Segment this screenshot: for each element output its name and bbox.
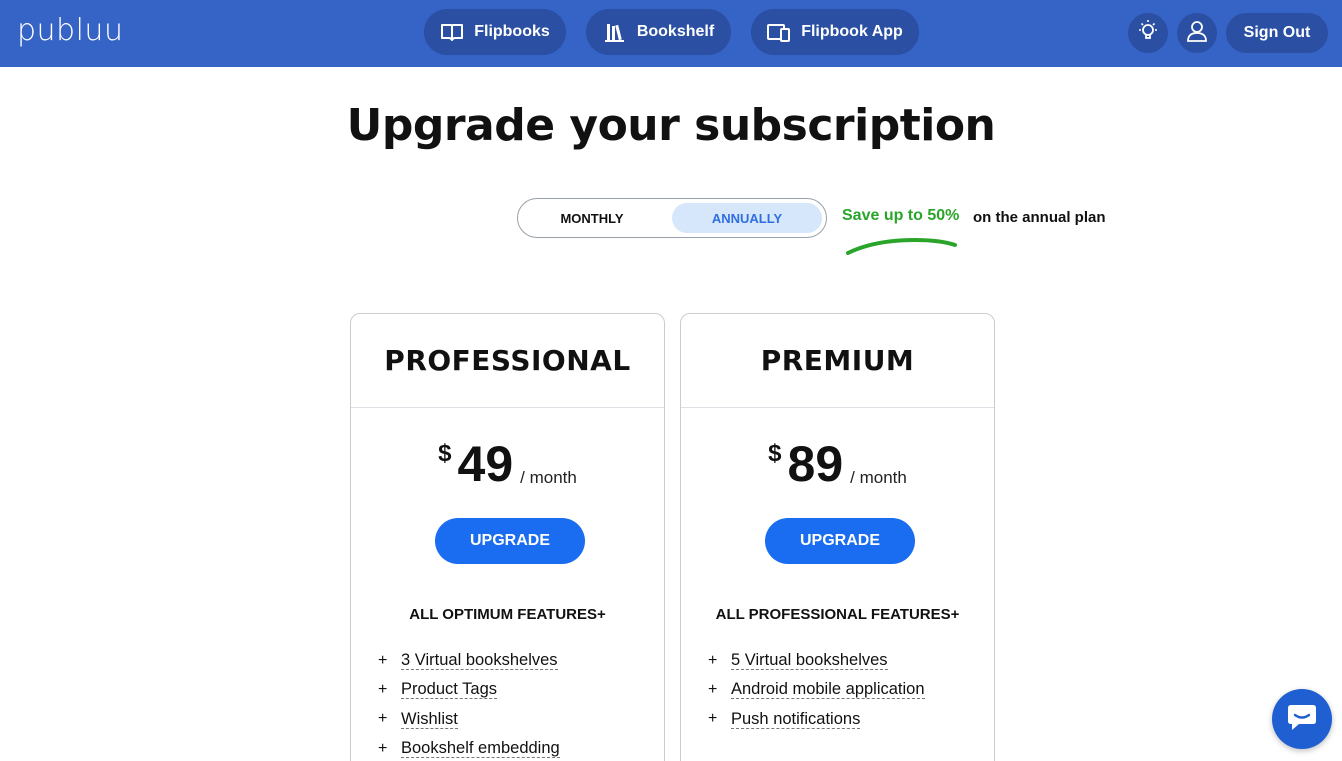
page-title: Upgrade your subscription: [346, 100, 996, 151]
list-item: + Bookshelf embedding: [378, 734, 560, 761]
save-highlight-text: Save up to 50%: [842, 207, 960, 224]
nav-flipbooks-button[interactable]: Flipbooks: [424, 9, 566, 55]
list-item: +5 Virtual bookshelves: [708, 646, 925, 675]
plus-icon: +: [378, 680, 388, 698]
price-amount: 49: [457, 436, 514, 492]
underline-swoosh-decoration: [846, 237, 957, 255]
theme-toggle-button[interactable]: [1128, 13, 1168, 53]
top-navigation-bar: publuu Flipbooks Bookshelf Flipbook App …: [0, 0, 1342, 67]
feature-list: +3 Virtual bookshelves + Product Tags + Wi…: [378, 646, 560, 761]
account-button[interactable]: [1177, 13, 1217, 53]
plan-price: $ 49 / month: [351, 436, 664, 492]
plus-icon: +: [378, 739, 388, 757]
devices-icon: [767, 20, 791, 44]
feature-label[interactable]: Android mobile application: [731, 680, 925, 700]
price-currency: $: [768, 440, 782, 467]
plus-icon: +: [378, 710, 388, 728]
feature-label[interactable]: Push notifications: [731, 710, 861, 729]
nav-flipbook-app-label: Flipbook App: [801, 23, 903, 40]
billing-annually-option[interactable]: ANNUALLY: [672, 203, 822, 233]
publuu-logo[interactable]: publuu: [17, 11, 123, 51]
price-amount: 89: [787, 436, 844, 492]
feature-label[interactable]: 5 Virtual bookshelves: [731, 651, 888, 671]
user-icon: [1185, 19, 1209, 48]
price-currency: $: [438, 440, 452, 467]
features-heading: ALL PROFESSIONAL FEATURES+: [715, 606, 960, 623]
nav-bookshelf-button[interactable]: Bookshelf: [586, 9, 731, 55]
plan-price: $ 89 / month: [681, 436, 994, 492]
list-item: + Wishlist: [378, 705, 560, 734]
book-open-icon: [440, 20, 464, 44]
live-chat-button[interactable]: [1272, 689, 1332, 749]
nav-flipbook-app-button[interactable]: Flipbook App: [751, 9, 919, 55]
sign-out-button[interactable]: Sign Out: [1226, 13, 1328, 53]
plan-card-premium: PREMIUM $ 89 / month UPGRADE ALL PROFESS…: [680, 313, 995, 761]
upgrade-premium-button[interactable]: UPGRADE: [765, 518, 915, 564]
upgrade-professional-button[interactable]: UPGRADE: [435, 518, 585, 564]
feature-label[interactable]: Bookshelf embedding: [401, 739, 560, 759]
list-item: + Android mobile application: [708, 675, 925, 704]
nav-flipbooks-label: Flipbooks: [474, 23, 550, 40]
plus-icon: +: [708, 651, 718, 669]
feature-label[interactable]: 3 Virtual bookshelves: [401, 651, 558, 671]
nav-bookshelf-label: Bookshelf: [636, 23, 715, 40]
billing-monthly-option[interactable]: MONTHLY: [524, 203, 660, 233]
feature-list: +5 Virtual bookshelves + Android mobile a…: [708, 646, 925, 734]
list-item: +3 Virtual bookshelves: [378, 646, 560, 675]
feature-label[interactable]: Product Tags: [401, 680, 498, 700]
plan-card-professional: PROFESSIONAL $ 49 / month UPGRADE ALL OP…: [350, 313, 665, 761]
plus-icon: +: [378, 651, 388, 669]
billing-period-toggle: MONTHLY ANNUALLY: [517, 198, 827, 238]
features-heading: ALL OPTIMUM FEATURES+: [409, 606, 606, 623]
save-description-text: on the annual plan: [973, 209, 1106, 226]
plan-name: PROFESSIONAL: [351, 314, 664, 408]
plus-icon: +: [708, 680, 718, 698]
price-period: / month: [850, 468, 907, 487]
chat-bubble-icon: [1286, 702, 1318, 737]
lightbulb-icon: [1136, 19, 1160, 48]
plan-name: PREMIUM: [681, 314, 994, 408]
feature-label[interactable]: Wishlist: [401, 710, 458, 729]
list-item: + Product Tags: [378, 675, 560, 704]
list-item: + Push notifications: [708, 705, 925, 734]
plus-icon: +: [708, 710, 718, 728]
books-icon: [603, 20, 627, 44]
price-period: / month: [520, 468, 577, 487]
